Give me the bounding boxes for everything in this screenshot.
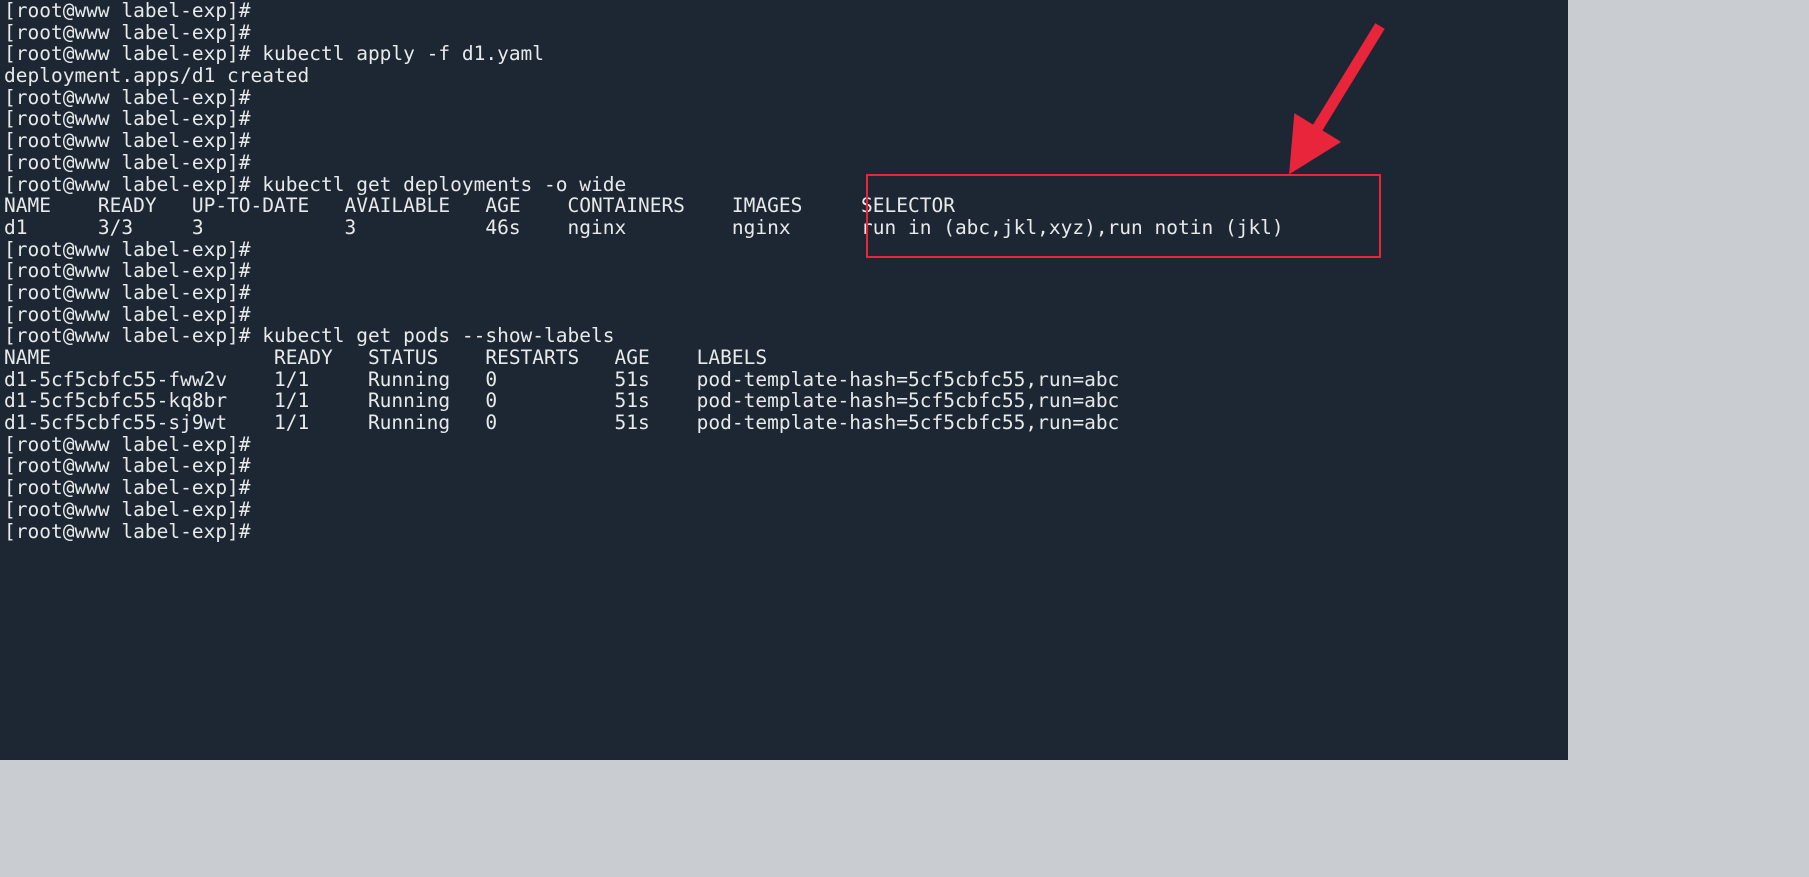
right-margin xyxy=(1568,0,1809,877)
terminal-line: [root@www label-exp]# xyxy=(4,432,251,456)
terminal-line: [root@www label-exp]# xyxy=(4,476,251,500)
terminal-line: [root@www label-exp]# xyxy=(4,150,251,174)
terminal-line: NAME READY STATUS RESTARTS AGE LABELS xyxy=(4,346,768,369)
terminal-line: d1-5cf5cbfc55-sj9wt 1/1 Running 0 51s po… xyxy=(4,411,1120,435)
terminal-line: [root@www label-exp]# xyxy=(4,85,251,109)
terminal-line: NAME READY UP-TO-DATE AVAILABLE AGE CONT… xyxy=(4,194,955,218)
terminal-window[interactable]: [root@www label-exp]# [root@www label-exp… xyxy=(0,0,1568,760)
terminal-line: deployment.apps/d1 created xyxy=(4,64,310,88)
terminal-line: d1 3/3 3 3 46s nginx nginx run in (abc,j… xyxy=(4,215,1284,239)
screenshot-root: [root@www label-exp]# [root@www label-exp… xyxy=(0,0,1809,877)
terminal-console[interactable]: [root@www label-exp]# [root@www label-exp… xyxy=(4,0,1284,542)
terminal-line: [root@www label-exp]# xyxy=(4,497,251,521)
terminal-line: [root@www label-exp]# kubectl get pods -… xyxy=(4,324,615,348)
terminal-line: [root@www label-exp]# xyxy=(4,519,251,543)
bottom-margin xyxy=(0,760,1568,877)
terminal-line: [root@www label-exp]# xyxy=(4,237,251,261)
terminal-line: d1-5cf5cbfc55-kq8br 1/1 Running 0 51s po… xyxy=(4,389,1120,413)
terminal-line: [root@www label-exp]# xyxy=(4,129,251,153)
terminal-line: [root@www label-exp]# xyxy=(4,20,251,44)
terminal-line: [root@www label-exp]# xyxy=(4,107,251,131)
terminal-line: d1-5cf5cbfc55-fww2v 1/1 Running 0 51s po… xyxy=(4,367,1120,391)
terminal-line: [root@www label-exp]# kubectl apply -f d… xyxy=(4,42,545,66)
terminal-line: [root@www label-exp]# xyxy=(4,454,251,478)
terminal-line: [root@www label-exp]# xyxy=(4,280,251,304)
terminal-line: [root@www label-exp]# xyxy=(4,302,251,326)
terminal-line: [root@www label-exp]# xyxy=(4,0,251,22)
terminal-line: [root@www label-exp]# kubectl get deploy… xyxy=(4,172,627,196)
terminal-line: [root@www label-exp]# xyxy=(4,259,251,283)
